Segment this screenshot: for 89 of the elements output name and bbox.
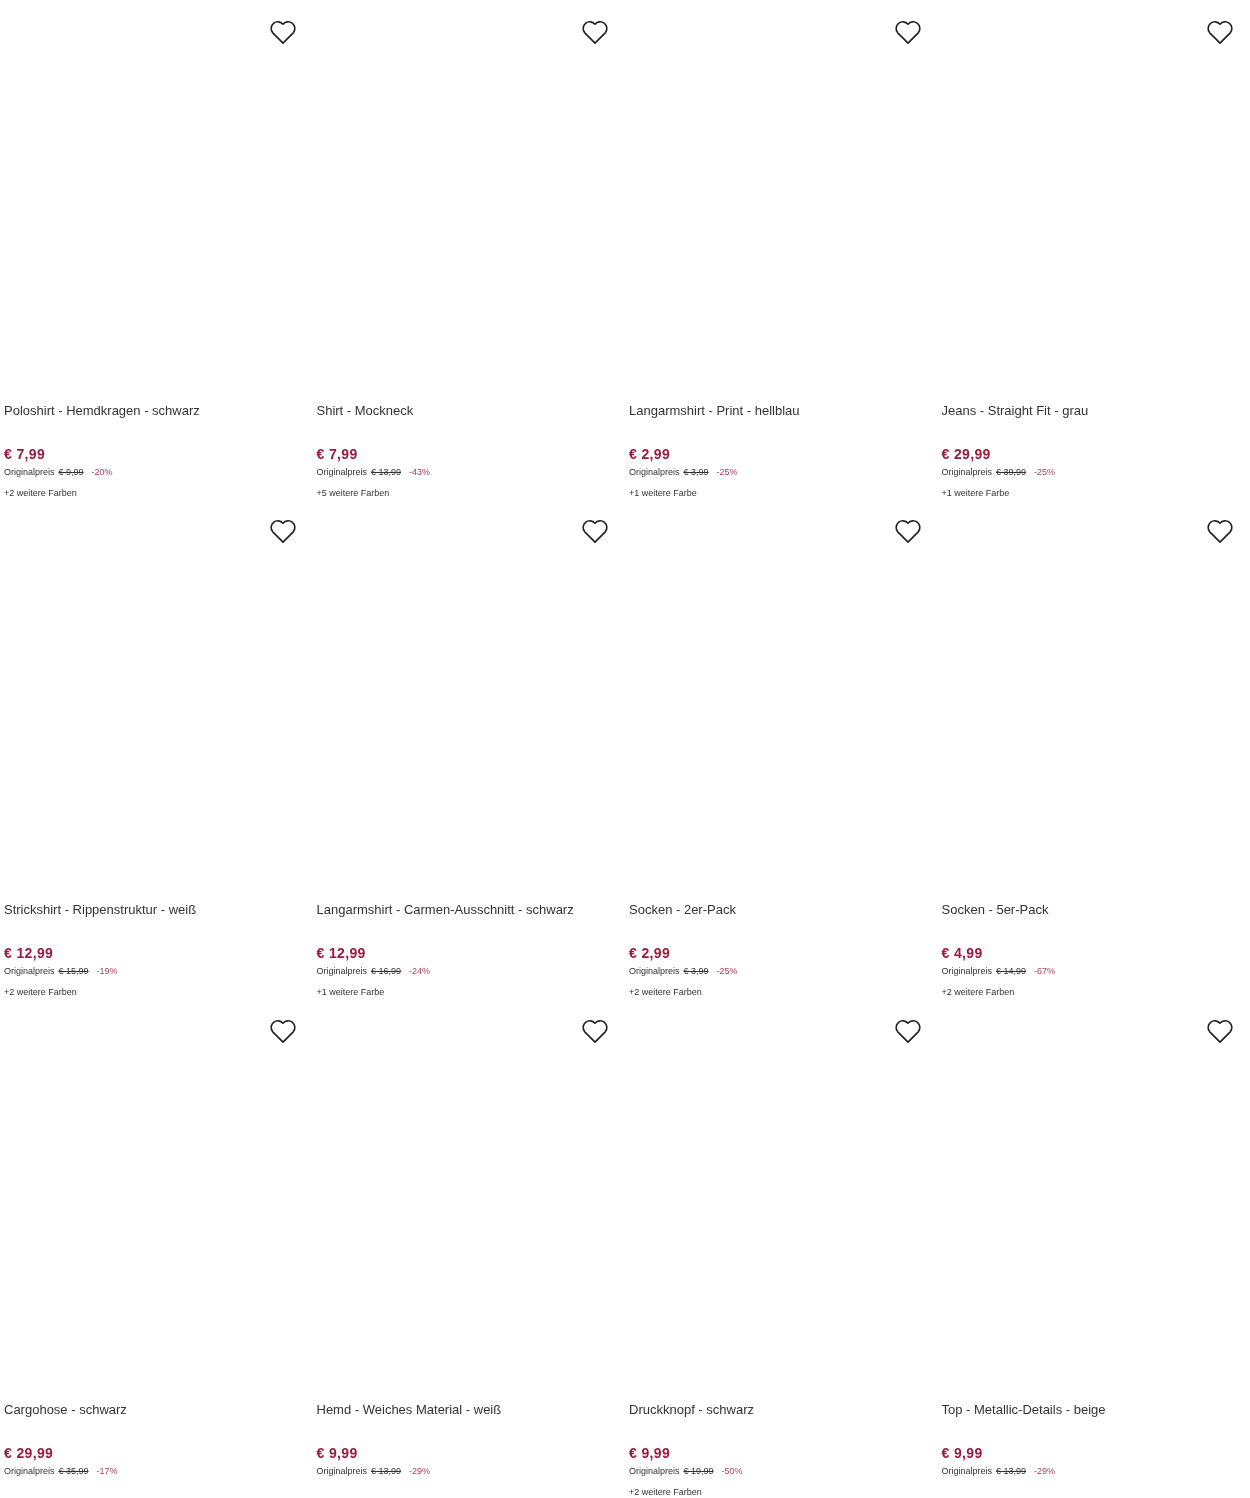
original-price: € 15,99	[58, 965, 89, 979]
heart-icon	[893, 518, 922, 545]
product-title[interactable]: Hemd - Weiches Material - weiß	[316, 1400, 617, 1419]
original-price: € 13,99	[371, 466, 402, 479]
heart-icon	[1206, 19, 1234, 45]
wishlist-button[interactable]	[1206, 18, 1234, 46]
heart-icon	[581, 1017, 609, 1044]
more-colors-text: +2 weitere Farben	[941, 986, 1015, 1000]
product-title[interactable]: Strickshirt - Rippenstruktur - weiß	[4, 901, 305, 920]
discount-percent: -25%	[716, 466, 738, 479]
heart-icon	[893, 1017, 922, 1044]
sale-price: € 12,99	[4, 944, 55, 963]
original-price: € 9,99	[58, 466, 84, 479]
product-title[interactable]: Langarmshirt - Print - hellblau	[629, 402, 930, 420]
heart-icon	[268, 19, 297, 45]
original-price-label: Originalpreis	[941, 1464, 993, 1478]
wishlist-button[interactable]	[581, 517, 609, 546]
sale-price: € 29,99	[941, 445, 992, 463]
original-price-label: Originalpreis	[629, 1464, 680, 1478]
original-price-label: Originalpreis	[629, 466, 680, 479]
heart-icon	[268, 518, 297, 545]
discount-percent: -29%	[1034, 1464, 1056, 1478]
original-price: € 19,99	[683, 1464, 714, 1478]
sale-price: € 4,99	[941, 944, 984, 963]
original-price-label: Originalpreis	[316, 1464, 368, 1478]
discount-percent: -25%	[716, 965, 738, 979]
sale-price: € 7,99	[4, 445, 47, 463]
original-price: € 13,99	[996, 1464, 1027, 1478]
original-price-label: Originalpreis	[941, 965, 993, 979]
heart-icon	[1206, 518, 1234, 545]
more-colors-text: +5 weitere Farben	[316, 487, 390, 500]
more-colors-text: +1 weitere Farbe	[629, 487, 697, 500]
original-price: € 14,99	[996, 965, 1027, 979]
wishlist-button[interactable]	[581, 18, 609, 46]
original-price-label: Originalpreis	[629, 965, 680, 979]
original-price-label: Originalpreis	[4, 965, 55, 979]
original-price: € 35,99	[58, 1464, 89, 1478]
product-title[interactable]: Cargohose - schwarz	[4, 1400, 305, 1419]
more-colors-text: +1 weitere Farbe	[941, 487, 1010, 500]
discount-percent: -43%	[409, 466, 431, 479]
heart-icon	[581, 19, 609, 45]
discount-percent: -25%	[1034, 466, 1056, 479]
product-title[interactable]: Shirt - Mockneck	[316, 402, 617, 420]
product-title[interactable]: Socken - 2er-Pack	[629, 901, 930, 920]
sale-price: € 12,99	[316, 944, 367, 963]
original-price: € 13,99	[371, 1464, 402, 1478]
original-price: € 3,99	[683, 466, 709, 479]
sale-price: € 2,99	[629, 445, 672, 463]
discount-percent: -24%	[409, 965, 431, 979]
heart-icon	[581, 518, 609, 545]
discount-percent: -67%	[1034, 965, 1056, 979]
discount-percent: -17%	[96, 1464, 118, 1478]
more-colors-text: +2 weitere Farben	[629, 1485, 702, 1498]
product-title[interactable]: Jeans - Straight Fit - grau	[941, 402, 1242, 420]
sale-price: € 9,99	[316, 1443, 359, 1462]
wishlist-button[interactable]	[268, 18, 297, 46]
sale-price: € 2,99	[629, 944, 672, 963]
wishlist-button[interactable]	[268, 517, 297, 546]
original-price: € 3,99	[683, 965, 709, 979]
discount-percent: -29%	[409, 1464, 431, 1478]
sale-price: € 9,99	[629, 1443, 672, 1462]
sale-price: € 29,99	[4, 1443, 55, 1462]
discount-percent: -50%	[721, 1464, 743, 1478]
heart-icon	[1206, 1017, 1234, 1044]
product-title[interactable]: Druckknopf - schwarz	[629, 1400, 930, 1419]
original-price: € 16,99	[371, 965, 402, 979]
original-price-label: Originalpreis	[316, 466, 368, 479]
original-price-label: Originalpreis	[4, 1464, 55, 1478]
wishlist-button[interactable]	[1206, 517, 1234, 546]
product-title[interactable]: Top - Metallic-Details - beige	[941, 1400, 1242, 1419]
product-title[interactable]: Socken - 5er-Pack	[941, 901, 1242, 920]
product-title[interactable]: Langarmshirt - Carmen-Ausschnitt - schwarz	[316, 901, 617, 920]
original-price-label: Originalpreis	[941, 466, 993, 479]
wishlist-button[interactable]	[893, 517, 922, 546]
sale-price: € 7,99	[316, 445, 359, 463]
product-title[interactable]: Poloshirt - Hemdkragen - schwarz	[4, 402, 305, 420]
discount-percent: -19%	[96, 965, 118, 979]
heart-icon	[893, 19, 922, 45]
more-colors-text: +1 weitere Farbe	[316, 986, 385, 1000]
sale-price: € 9,99	[941, 1443, 984, 1462]
more-colors-text: +2 weitere Farben	[4, 487, 77, 500]
original-price: € 39,99	[996, 466, 1027, 479]
original-price-label: Originalpreis	[4, 466, 55, 479]
discount-percent: -20%	[91, 466, 113, 479]
more-colors-text: +2 weitere Farben	[4, 986, 77, 1000]
original-price-label: Originalpreis	[316, 965, 368, 979]
heart-icon	[268, 1017, 297, 1044]
more-colors-text: +2 weitere Farben	[629, 986, 702, 1000]
wishlist-button[interactable]	[893, 18, 922, 46]
